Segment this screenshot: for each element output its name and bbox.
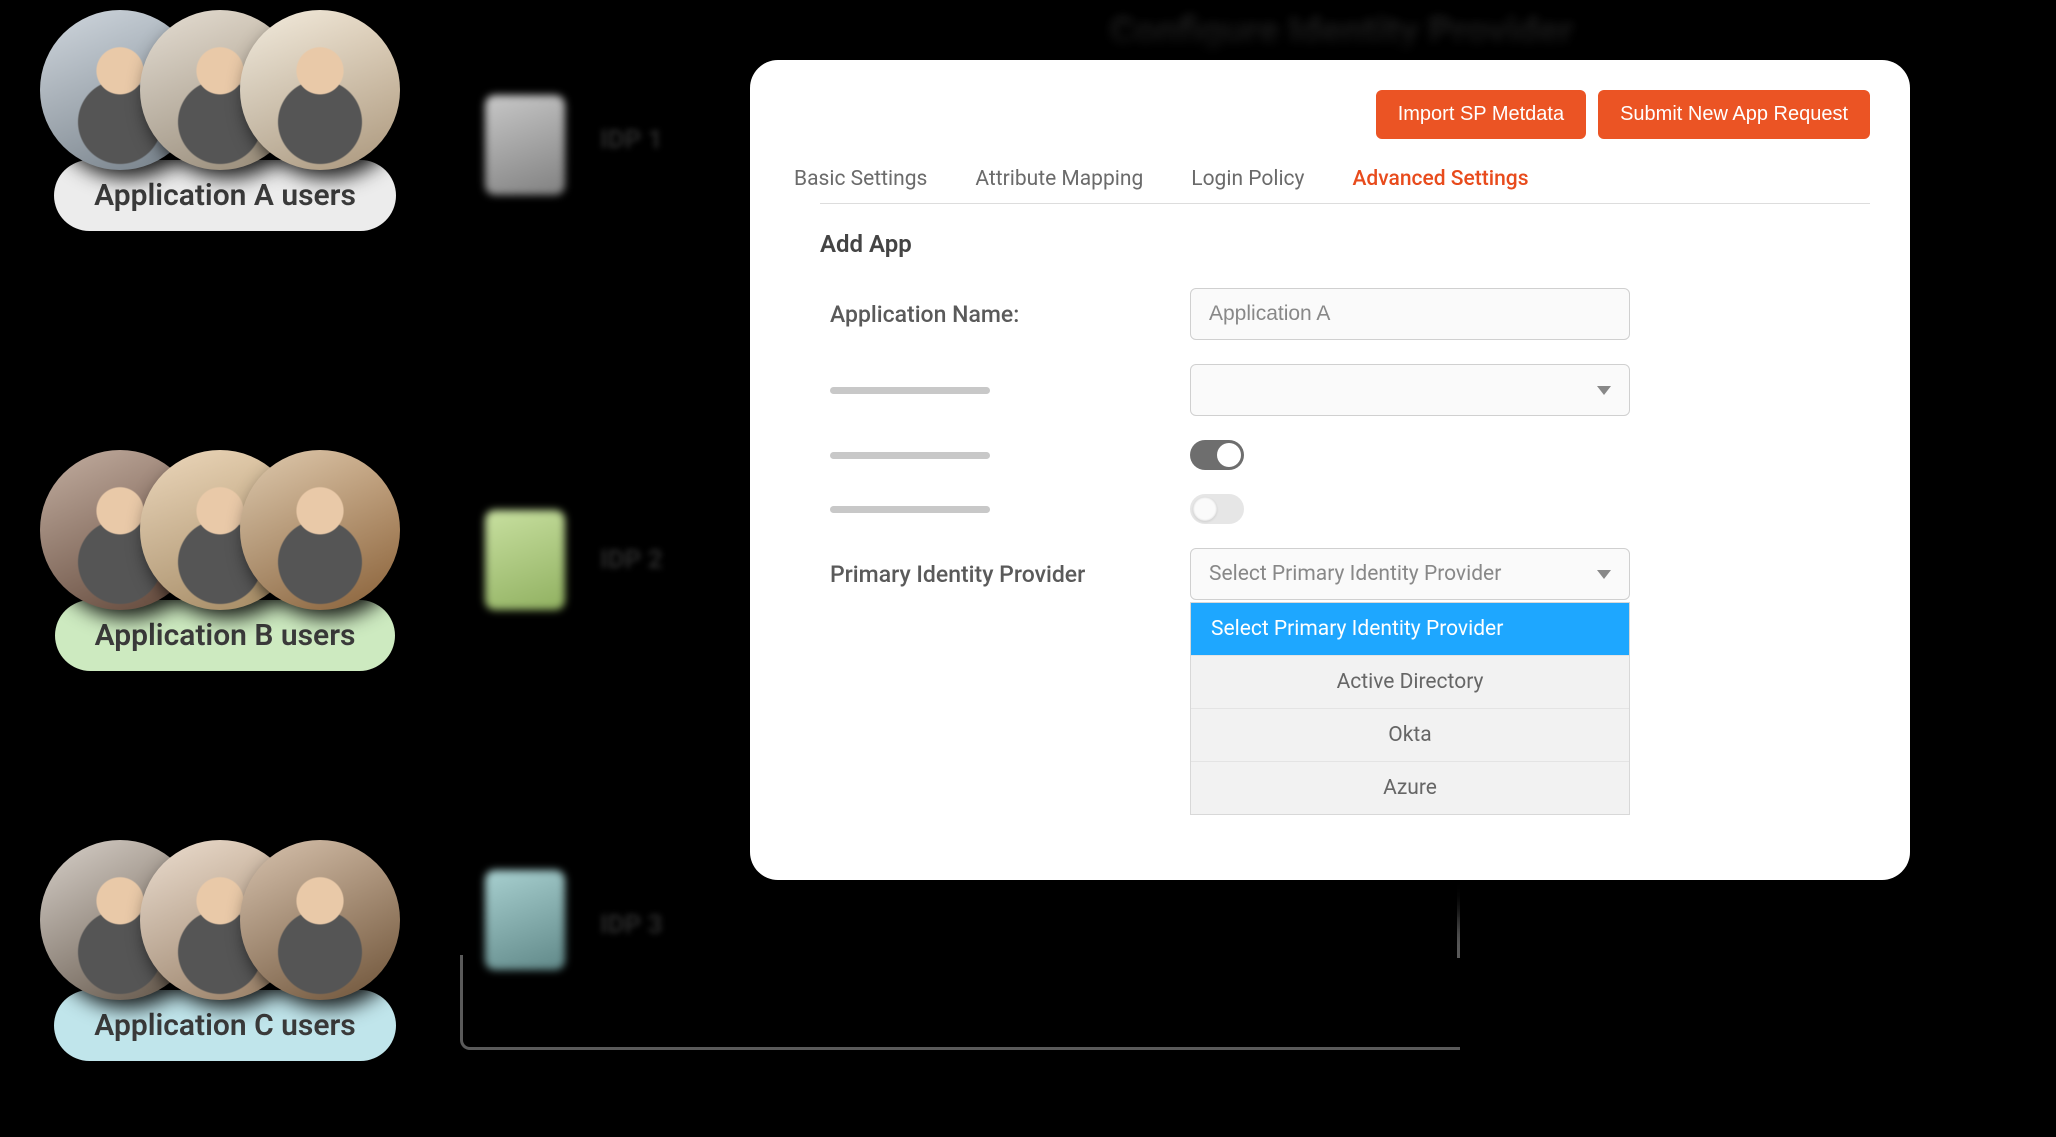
user-group-c-avatars <box>40 840 430 1010</box>
user-group-b: Application B users <box>20 450 430 671</box>
user-group-a-label: Application A users <box>54 160 396 231</box>
primary-idp-dropdown: Select Primary Identity Provider Active … <box>1190 602 1630 815</box>
primary-idp-select[interactable]: Select Primary Identity Provider <box>1190 548 1630 600</box>
primary-idp-select-value: Select Primary Identity Provider <box>1209 562 1501 586</box>
dropdown-item-active-directory[interactable]: Active Directory <box>1191 655 1629 708</box>
chevron-down-icon <box>1597 570 1611 579</box>
generic-select[interactable] <box>1190 364 1630 416</box>
avatar-icon <box>240 840 400 1000</box>
application-name-label: Application Name: <box>830 301 1190 328</box>
toggle-knob-icon <box>1193 497 1217 521</box>
toggle-2[interactable] <box>1190 494 1244 524</box>
tabs: Basic Settings Attribute Mapping Login P… <box>794 167 1870 203</box>
label-placeholder <box>830 452 990 459</box>
avatar-icon <box>240 10 400 170</box>
user-group-c-label: Application C users <box>54 990 395 1061</box>
user-group-a: Application A users <box>20 10 430 231</box>
import-sp-metadata-button[interactable]: Import SP Metdata <box>1376 90 1586 139</box>
idp-c-label: IDP 3 <box>600 910 663 940</box>
user-group-b-avatars <box>40 450 430 620</box>
tab-advanced-settings[interactable]: Advanced Settings <box>1353 167 1529 191</box>
label-placeholder <box>830 506 990 513</box>
tab-divider <box>820 203 1870 204</box>
user-group-c: Application C users <box>20 840 430 1061</box>
tab-login-policy[interactable]: Login Policy <box>1191 167 1304 191</box>
idp-a-label: IDP 1 <box>600 125 663 155</box>
primary-idp-label: Primary Identity Provider <box>830 561 1190 588</box>
dropdown-item-okta[interactable]: Okta <box>1191 708 1629 761</box>
section-title: Add App <box>820 230 1870 258</box>
submit-new-app-button[interactable]: Submit New App Request <box>1598 90 1870 139</box>
connector-line <box>460 955 1460 1050</box>
dropdown-item-placeholder[interactable]: Select Primary Identity Provider <box>1191 603 1629 655</box>
idp-b-label: IDP 2 <box>600 545 663 575</box>
idp-b-icon <box>485 510 565 610</box>
tab-attribute-mapping[interactable]: Attribute Mapping <box>975 167 1143 191</box>
toggle-1[interactable] <box>1190 440 1244 470</box>
idp-a-icon <box>485 95 565 195</box>
label-placeholder <box>830 387 990 394</box>
settings-panel: Import SP Metdata Submit New App Request… <box>750 60 1910 880</box>
toggle-knob-icon <box>1217 443 1241 467</box>
chevron-down-icon <box>1597 386 1611 395</box>
tab-basic-settings[interactable]: Basic Settings <box>794 167 927 191</box>
user-group-b-label: Application B users <box>55 600 396 671</box>
user-group-a-avatars <box>40 10 430 180</box>
avatar-icon <box>240 450 400 610</box>
application-name-input[interactable] <box>1190 288 1630 340</box>
dropdown-item-azure[interactable]: Azure <box>1191 761 1629 814</box>
